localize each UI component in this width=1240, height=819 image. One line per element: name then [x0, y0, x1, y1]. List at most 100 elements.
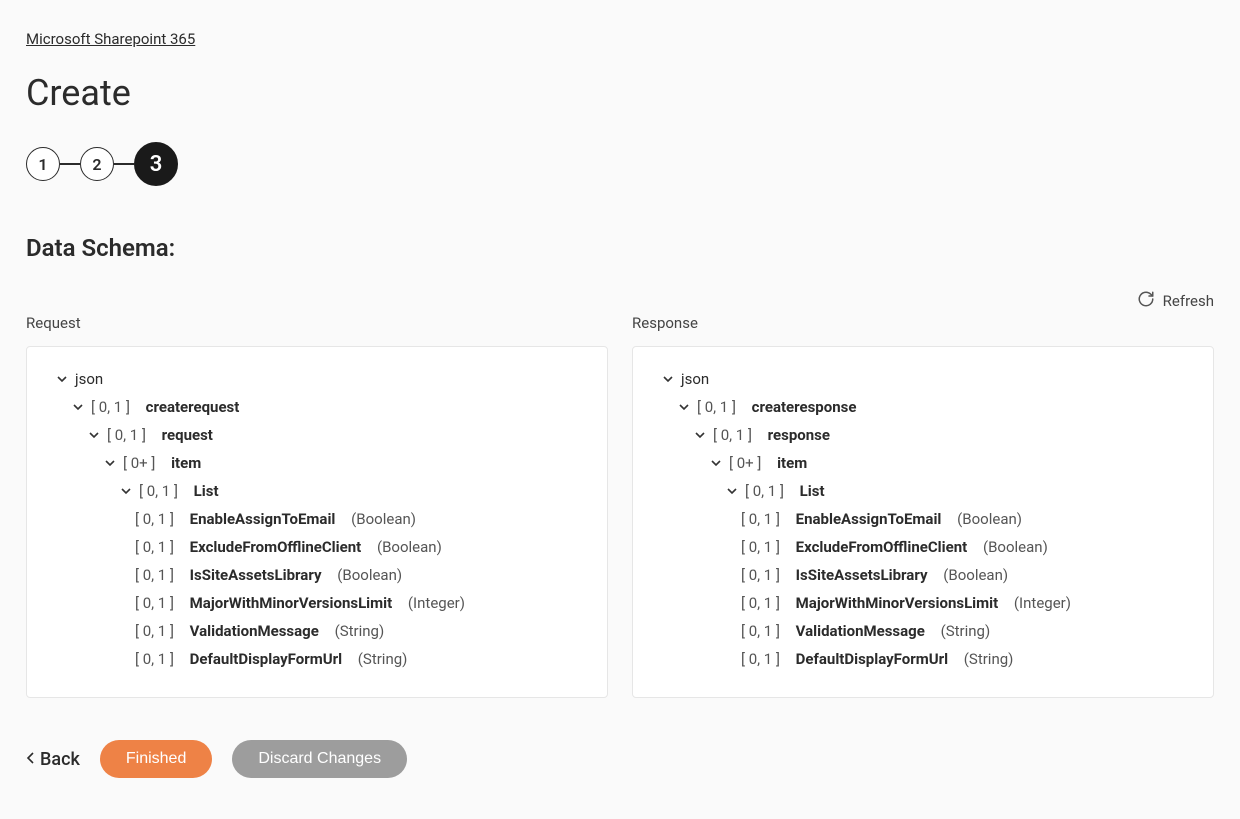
breadcrumb[interactable]: Microsoft Sharepoint 365: [26, 30, 195, 48]
finished-button[interactable]: Finished: [100, 740, 212, 778]
tree-node[interactable]: [ 0, 1 ] createresponse: [653, 393, 1193, 421]
leaf-name: DefaultDisplayFormUrl: [796, 650, 948, 668]
refresh-label: Refresh: [1163, 292, 1214, 310]
chevron-down-icon: [677, 400, 691, 414]
chevron-down-icon: [119, 484, 133, 498]
cardinality: [ 0, 1 ]: [741, 566, 780, 584]
leaf-name: IsSiteAssetsLibrary: [796, 566, 928, 584]
leaf-name: IsSiteAssetsLibrary: [190, 566, 322, 584]
node-name: createrequest: [146, 398, 240, 416]
cardinality: [ 0+ ]: [729, 454, 761, 472]
step-1[interactable]: 1: [26, 147, 60, 181]
tree-node-json[interactable]: json: [653, 365, 1193, 393]
cardinality: [ 0, 1 ]: [107, 426, 146, 444]
cardinality: [ 0, 1 ]: [697, 398, 736, 416]
leaf-type: (Integer): [408, 594, 465, 612]
chevron-down-icon: [103, 456, 117, 470]
tree-node[interactable]: [ 0+ ] item: [47, 449, 587, 477]
response-label: Response: [632, 314, 1214, 332]
cardinality: [ 0, 1 ]: [745, 482, 784, 500]
chevron-down-icon: [661, 372, 675, 386]
discard-changes-button[interactable]: Discard Changes: [232, 740, 407, 778]
response-column: Response json [ 0, 1 ] createresponse [ …: [632, 314, 1214, 698]
page-title: Create: [26, 72, 1214, 114]
leaf-name: EnableAssignToEmail: [796, 510, 942, 528]
tree-leaf[interactable]: [ 0, 1 ] IsSiteAssetsLibrary (Boolean): [47, 561, 587, 589]
cardinality: [ 0, 1 ]: [135, 650, 174, 668]
tree-node[interactable]: [ 0, 1 ] createrequest: [47, 393, 587, 421]
node-name: request: [162, 426, 213, 444]
leaf-name: ValidationMessage: [190, 622, 319, 640]
node-name: item: [171, 454, 201, 472]
tree-node-label: json: [75, 370, 103, 388]
step-2[interactable]: 2: [80, 147, 114, 181]
node-name: List: [800, 482, 825, 500]
tree-node-label: json: [681, 370, 709, 388]
chevron-down-icon: [87, 428, 101, 442]
cardinality: [ 0, 1 ]: [741, 510, 780, 528]
chevron-down-icon: [725, 484, 739, 498]
chevron-down-icon: [709, 456, 723, 470]
tree-leaf[interactable]: [ 0, 1 ] ValidationMessage (String): [47, 617, 587, 645]
tree-leaf[interactable]: [ 0, 1 ] IsSiteAssetsLibrary (Boolean): [653, 561, 1193, 589]
leaf-type: (Boolean): [943, 566, 1008, 584]
tree-node[interactable]: [ 0, 1 ] List: [653, 477, 1193, 505]
cardinality: [ 0+ ]: [123, 454, 155, 472]
node-name: List: [194, 482, 219, 500]
tree-leaf[interactable]: [ 0, 1 ] MajorWithMinorVersionsLimit (In…: [653, 589, 1193, 617]
leaf-type: (Boolean): [957, 510, 1022, 528]
chevron-left-icon: [26, 749, 36, 770]
leaf-name: EnableAssignToEmail: [190, 510, 336, 528]
back-button[interactable]: Back: [26, 749, 80, 770]
request-panel: json [ 0, 1 ] createrequest [ 0, 1 ] req…: [26, 346, 608, 698]
cardinality: [ 0, 1 ]: [135, 566, 174, 584]
leaf-name: MajorWithMinorVersionsLimit: [190, 594, 393, 612]
leaf-type: (Boolean): [377, 538, 442, 556]
leaf-name: DefaultDisplayFormUrl: [190, 650, 342, 668]
tree-leaf[interactable]: [ 0, 1 ] ExcludeFromOfflineClient (Boole…: [47, 533, 587, 561]
tree-leaf[interactable]: [ 0, 1 ] MajorWithMinorVersionsLimit (In…: [47, 589, 587, 617]
tree-node[interactable]: [ 0+ ] item: [653, 449, 1193, 477]
cardinality: [ 0, 1 ]: [741, 538, 780, 556]
tree-leaf[interactable]: [ 0, 1 ] DefaultDisplayFormUrl (String): [653, 645, 1193, 673]
leaf-type: (String): [358, 650, 408, 668]
step-connector: [60, 163, 80, 165]
refresh-icon: [1137, 290, 1155, 312]
cardinality: [ 0, 1 ]: [139, 482, 178, 500]
cardinality: [ 0, 1 ]: [135, 510, 174, 528]
leaf-type: (String): [335, 622, 385, 640]
step-3[interactable]: 3: [134, 142, 178, 186]
request-label: Request: [26, 314, 608, 332]
tree-node-json[interactable]: json: [47, 365, 587, 393]
leaf-type: (String): [941, 622, 991, 640]
leaf-name: ExcludeFromOfflineClient: [796, 538, 968, 556]
node-name: response: [768, 426, 830, 444]
node-name: createresponse: [752, 398, 857, 416]
cardinality: [ 0, 1 ]: [741, 622, 780, 640]
back-label: Back: [40, 749, 80, 770]
cardinality: [ 0, 1 ]: [135, 538, 174, 556]
tree-node[interactable]: [ 0, 1 ] request: [47, 421, 587, 449]
tree-leaf[interactable]: [ 0, 1 ] ValidationMessage (String): [653, 617, 1193, 645]
response-panel: json [ 0, 1 ] createresponse [ 0, 1 ] re…: [632, 346, 1214, 698]
leaf-type: (Boolean): [351, 510, 416, 528]
tree-node[interactable]: [ 0, 1 ] List: [47, 477, 587, 505]
tree-leaf[interactable]: [ 0, 1 ] EnableAssignToEmail (Boolean): [47, 505, 587, 533]
cardinality: [ 0, 1 ]: [713, 426, 752, 444]
node-name: item: [777, 454, 807, 472]
tree-node[interactable]: [ 0, 1 ] response: [653, 421, 1193, 449]
leaf-type: (Integer): [1014, 594, 1071, 612]
refresh-button[interactable]: Refresh: [26, 290, 1214, 312]
chevron-down-icon: [71, 400, 85, 414]
cardinality: [ 0, 1 ]: [135, 622, 174, 640]
leaf-name: ExcludeFromOfflineClient: [190, 538, 362, 556]
chevron-down-icon: [55, 372, 69, 386]
stepper: 1 2 3: [26, 142, 1214, 186]
step-connector: [114, 163, 134, 165]
tree-leaf[interactable]: [ 0, 1 ] ExcludeFromOfflineClient (Boole…: [653, 533, 1193, 561]
cardinality: [ 0, 1 ]: [135, 594, 174, 612]
leaf-name: ValidationMessage: [796, 622, 925, 640]
tree-leaf[interactable]: [ 0, 1 ] DefaultDisplayFormUrl (String): [47, 645, 587, 673]
leaf-name: MajorWithMinorVersionsLimit: [796, 594, 999, 612]
tree-leaf[interactable]: [ 0, 1 ] EnableAssignToEmail (Boolean): [653, 505, 1193, 533]
